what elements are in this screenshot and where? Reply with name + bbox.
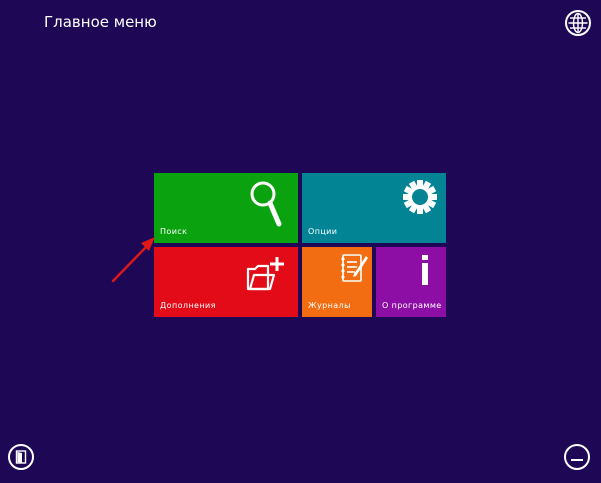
tile-search[interactable]: Поиск [154, 173, 298, 243]
notebook-pencil-icon [341, 254, 368, 282]
exit-door-icon [15, 450, 27, 464]
tile-journals[interactable]: Журналы [302, 247, 372, 317]
tile-label: Опции [308, 227, 338, 236]
tile-label: О программе [382, 301, 442, 310]
tile-options[interactable]: Опции [302, 173, 446, 243]
tile-about[interactable]: О программе [376, 247, 446, 317]
tile-label: Поиск [160, 227, 188, 236]
tile-label: Дополнения [160, 301, 216, 310]
globe-icon [568, 12, 588, 34]
annotation-arrow-icon [111, 237, 155, 283]
tile-label: Журналы [308, 301, 351, 310]
minimize-button[interactable] [564, 444, 590, 470]
folder-plus-icon [246, 257, 284, 291]
gear-icon [403, 180, 437, 214]
language-button[interactable] [565, 10, 591, 36]
page-title: Главное меню [44, 13, 157, 31]
magnifier-icon [250, 181, 282, 227]
exit-button[interactable] [8, 444, 34, 470]
info-icon [422, 255, 428, 285]
tile-addons[interactable]: Дополнения [154, 247, 298, 317]
minimize-icon [571, 459, 583, 461]
